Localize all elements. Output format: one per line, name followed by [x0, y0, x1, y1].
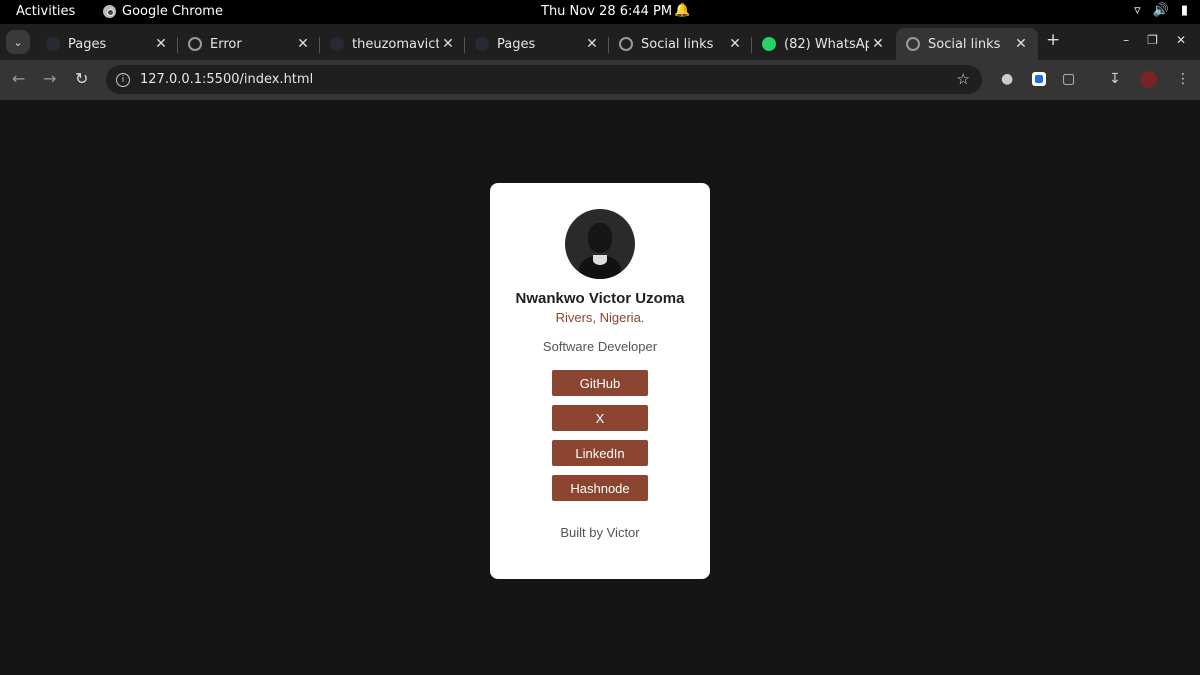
social-links: GitHub X LinkedIn Hashnode: [552, 370, 648, 501]
bookmark-star-icon[interactable]: ☆: [957, 70, 970, 88]
linkedin-link-button[interactable]: LinkedIn: [552, 440, 648, 466]
new-tab-plus-icon[interactable]: +: [1046, 30, 1060, 50]
profile-role: Software Developer: [542, 339, 658, 354]
kebab-menu-icon[interactable]: ⋮: [1176, 71, 1190, 87]
github-link-button[interactable]: GitHub: [552, 370, 648, 396]
tab-strip: ⌄ Pages ✕ Error ✕ theuzomavict ✕ Pages ✕…: [0, 24, 1200, 60]
puzzle-extensions-icon[interactable]: ▢: [1062, 71, 1075, 87]
x-link-button[interactable]: X: [552, 405, 648, 431]
app-name: Google Chrome: [122, 4, 223, 19]
tab[interactable]: theuzomavict ✕: [320, 28, 465, 60]
clock[interactable]: Thu Nov 28 6:44 PM: [541, 4, 672, 19]
notification-bell-icon[interactable]: 🔔: [674, 3, 690, 18]
close-icon[interactable]: ✕: [1012, 35, 1030, 53]
avatar-collar: [593, 255, 607, 265]
close-icon[interactable]: ✕: [869, 35, 887, 53]
wifi-icon: ▿: [1134, 3, 1141, 18]
url-text[interactable]: 127.0.0.1:5500/index.html: [140, 72, 313, 87]
globe-icon: [906, 37, 920, 51]
activities-button[interactable]: Activities: [16, 4, 75, 19]
tab-label: (82) WhatsAp: [784, 36, 869, 52]
profile-location: Rivers, Nigeria.: [555, 310, 645, 325]
back-arrow-icon[interactable]: ←: [12, 69, 25, 88]
tab-label: Pages: [68, 36, 107, 52]
site-info-icon[interactable]: i: [116, 72, 130, 87]
forward-arrow-icon[interactable]: →: [43, 69, 56, 88]
tab[interactable]: Pages ✕: [465, 28, 609, 60]
tab[interactable]: Pages ✕: [36, 28, 178, 60]
tab[interactable]: (82) WhatsAp ✕: [752, 28, 895, 60]
hashnode-link-button[interactable]: Hashnode: [552, 475, 648, 501]
tab-label: Social links: [641, 36, 714, 52]
browser-toolbar: ← → ↻ i 127.0.0.1:5500/index.html ☆ ● ▢ …: [0, 60, 1200, 100]
tab-label: Error: [210, 36, 242, 52]
app-menu[interactable]: Google Chrome: [103, 4, 223, 19]
close-icon[interactable]: ✕: [294, 35, 312, 53]
close-icon[interactable]: ✕: [152, 35, 170, 53]
tab-active[interactable]: Social links ✕: [896, 28, 1038, 60]
footer-credit: Built by Victor: [560, 525, 640, 540]
tab-label: theuzomavict: [352, 36, 439, 52]
extension-icon[interactable]: ●: [1001, 71, 1013, 87]
profile-name: Nwankwo Victor Uzoma: [515, 290, 685, 307]
address-bar[interactable]: i 127.0.0.1:5500/index.html ☆: [106, 65, 982, 94]
tab[interactable]: Social links ✕: [609, 28, 752, 60]
tab[interactable]: Error ✕: [178, 28, 320, 60]
minimize-icon[interactable]: –: [1123, 33, 1129, 47]
download-icon[interactable]: ↧: [1109, 71, 1121, 87]
whatsapp-icon: [762, 37, 776, 51]
chrome-icon: [103, 5, 116, 18]
chevron-down-icon: ⌄: [13, 35, 23, 49]
favicon-icon: [330, 37, 344, 51]
profile-avatar[interactable]: [1140, 71, 1157, 88]
globe-icon: [619, 37, 633, 51]
tab-label: Social links: [928, 36, 1001, 52]
close-icon[interactable]: ✕: [726, 35, 744, 53]
os-top-bar: Activities Google Chrome Thu Nov 28 6:44…: [0, 0, 1200, 24]
favicon-icon: [46, 37, 60, 51]
avatar: [565, 209, 635, 279]
window-controls: – ❐ ✕: [1123, 33, 1186, 47]
avatar-head: [588, 223, 612, 253]
tab-search-button[interactable]: ⌄: [6, 30, 30, 54]
volume-icon: 🔊: [1152, 3, 1169, 18]
globe-icon: [188, 37, 202, 51]
close-window-icon[interactable]: ✕: [1176, 33, 1186, 47]
reload-icon[interactable]: ↻: [75, 69, 88, 88]
profile-card: Nwankwo Victor Uzoma Rivers, Nigeria. So…: [490, 183, 710, 579]
close-icon[interactable]: ✕: [439, 35, 457, 53]
battery-icon: ▮: [1180, 3, 1188, 18]
favicon-icon: [475, 37, 489, 51]
extension-shield-icon[interactable]: [1032, 72, 1046, 86]
tab-label: Pages: [497, 36, 536, 52]
system-tray[interactable]: ▿ 🔊 ▮: [1134, 3, 1188, 18]
restore-icon[interactable]: ❐: [1147, 33, 1158, 47]
close-icon[interactable]: ✕: [583, 35, 601, 53]
